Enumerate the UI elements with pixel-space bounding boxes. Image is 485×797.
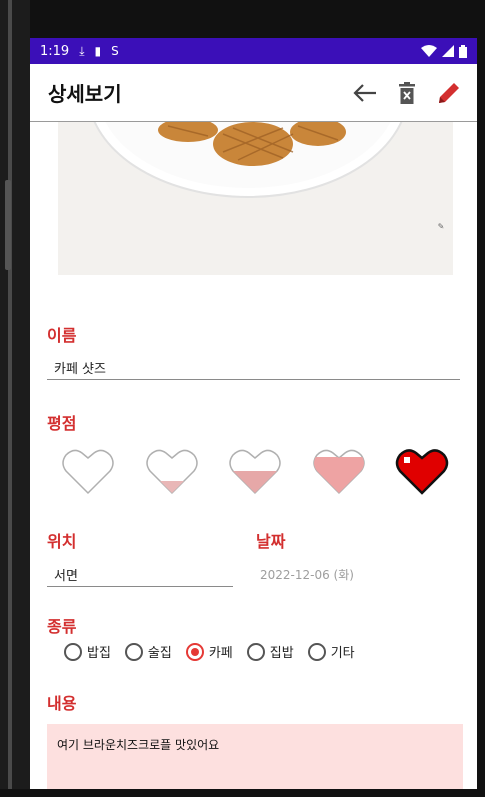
- app-bar: 상세보기: [30, 64, 477, 122]
- radio-category-4[interactable]: 기타: [307, 642, 355, 661]
- heart-3-icon[interactable]: [227, 445, 283, 497]
- name-label: 이름: [47, 326, 77, 345]
- battery-icon: [459, 44, 467, 58]
- wifi-icon: [421, 45, 437, 57]
- pencil-icon: [439, 82, 459, 103]
- status-time: 1:19: [40, 43, 70, 59]
- download-icon: ⤓: [79, 43, 85, 58]
- date-label: 날짜: [256, 532, 286, 551]
- page-title: 상세보기: [48, 82, 122, 106]
- category-label: 종류: [47, 617, 77, 636]
- device-frame-top: [0, 0, 485, 38]
- sync-icon: S: [111, 44, 119, 58]
- heart-4-icon[interactable]: [311, 445, 367, 497]
- device-frame-right: [477, 0, 485, 797]
- heart-5-icon[interactable]: [394, 445, 450, 497]
- rating-hearts[interactable]: [60, 445, 450, 501]
- heart-1-icon[interactable]: [60, 445, 116, 497]
- delete-button[interactable]: [391, 77, 423, 109]
- radio-label: 집밥: [269, 646, 294, 661]
- location-underline: [47, 586, 233, 587]
- radio-circle-icon: [307, 642, 326, 661]
- content-text: 여기 브라운치즈크로플 맛있어요: [57, 738, 220, 752]
- device-frame-left: [0, 0, 30, 797]
- radio-category-2[interactable]: 카페: [185, 642, 233, 661]
- location-label: 위치: [47, 532, 77, 551]
- phone-screen: 1:19 ⤓ ▮ S 상세보기 ✎ 이름 카페 샷즈 평점 위치 서면 날짜 2…: [30, 38, 477, 789]
- content-label: 내용: [47, 694, 77, 713]
- back-button[interactable]: [349, 77, 381, 109]
- food-photo: ✎: [58, 122, 453, 275]
- edit-button[interactable]: [433, 77, 465, 109]
- radio-category-1[interactable]: 술집: [124, 642, 172, 661]
- radio-label: 밥집: [87, 646, 111, 661]
- date-field[interactable]: 2022-12-06 (화): [260, 566, 354, 583]
- sd-card-icon: ▮: [94, 44, 102, 58]
- content-textarea[interactable]: 여기 브라운치즈크로플 맛있어요: [47, 724, 463, 789]
- heart-2-icon[interactable]: [144, 445, 200, 497]
- radio-checked-icon: [185, 642, 204, 661]
- name-underline: [47, 379, 460, 380]
- device-frame-bottom: [0, 789, 485, 797]
- name-field[interactable]: 카페 샷즈: [54, 358, 106, 377]
- radio-label: 카페: [208, 646, 233, 661]
- rating-label: 평점: [47, 414, 77, 433]
- category-radio-group: 밥집 술집 카페 집밥 기타: [64, 642, 464, 661]
- photo-watermark-icon: ✎: [437, 222, 445, 231]
- location-field[interactable]: 서면: [54, 565, 78, 584]
- radio-circle-icon: [246, 642, 265, 661]
- radio-category-0[interactable]: 밥집: [64, 642, 111, 661]
- radio-label: 술집: [147, 646, 172, 661]
- trash-icon: [399, 81, 415, 104]
- radio-circle-icon: [124, 642, 143, 661]
- radio-circle-icon: [64, 642, 82, 661]
- status-bar: 1:19 ⤓ ▮ S: [30, 38, 477, 64]
- radio-category-3[interactable]: 집밥: [246, 642, 294, 661]
- arrow-left-icon: [353, 83, 376, 102]
- radio-label: 기타: [330, 646, 355, 661]
- signal-icon: [442, 45, 454, 57]
